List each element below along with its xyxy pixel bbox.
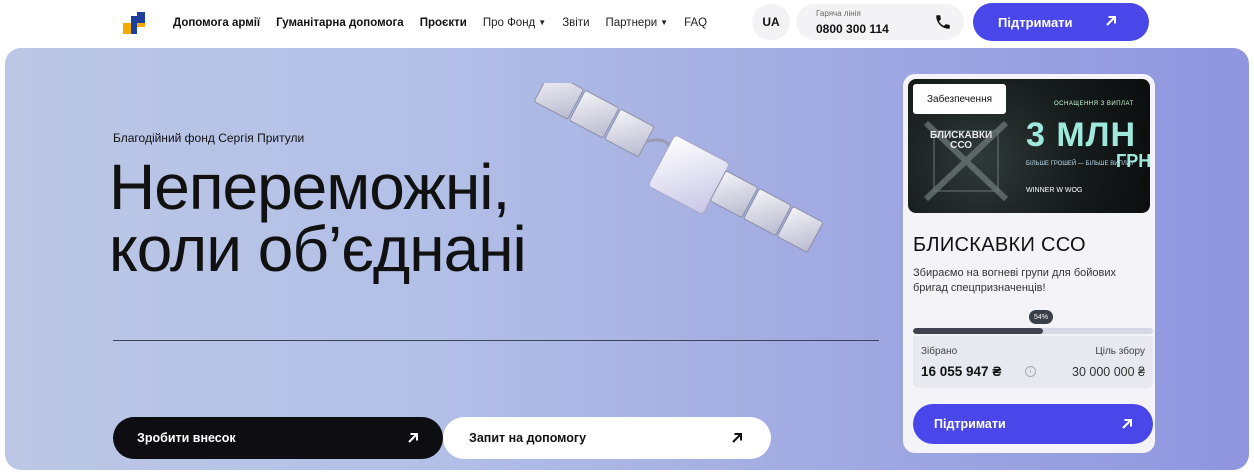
collected-label: Зібрано bbox=[921, 346, 958, 357]
donate-button-label: Зробити внесок bbox=[137, 431, 236, 445]
nav-item-partners-label: Партнери bbox=[605, 17, 658, 29]
satellite-illustration bbox=[534, 83, 823, 253]
hotline-label: Гаряча лінія bbox=[816, 9, 861, 18]
fundraiser-support-button[interactable]: Підтримати bbox=[913, 404, 1153, 444]
nav-item-reports[interactable]: Звіти bbox=[562, 17, 589, 29]
chevron-down-icon: ▼ bbox=[660, 18, 669, 27]
fundraiser-stats: Зібрано Ціль збору 16 055 947 ₴ i 30 000… bbox=[913, 336, 1153, 388]
hotline-number[interactable]: 0800 300 114 bbox=[816, 22, 889, 36]
support-button-label: Підтримати bbox=[998, 15, 1073, 30]
fundraiser-card[interactable]: БЛИСКАВКИ ССО ОСНАЩЕННЯ З ВИПЛАТ 3 МЛН Г… bbox=[903, 74, 1155, 453]
progress-bar-fill bbox=[913, 328, 1043, 334]
collected-value: 16 055 947 ₴ bbox=[921, 364, 1002, 379]
hotline-box[interactable]: Гаряча лінія 0800 300 114 bbox=[796, 4, 964, 40]
arrow-up-right-icon bbox=[1106, 16, 1116, 26]
help-request-button-label: Запит на допомогу bbox=[469, 431, 587, 445]
goal-value: 30 000 000 ₴ bbox=[1072, 365, 1145, 379]
fundraiser-banner-image[interactable]: БЛИСКАВКИ ССО ОСНАЩЕННЯ З ВИПЛАТ 3 МЛН Г… bbox=[908, 79, 1150, 213]
fundraiser-support-button-label: Підтримати bbox=[934, 417, 1006, 431]
lightning-graphic bbox=[923, 120, 1009, 202]
goal-label: Ціль збору bbox=[1095, 346, 1145, 357]
hero-title: Непереможні, коли об’єднані bbox=[109, 155, 527, 281]
main-nav: Допомога армії Гуманітарна допомога Проє… bbox=[173, 17, 723, 29]
chevron-down-icon: ▼ bbox=[538, 18, 547, 27]
help-request-button[interactable]: Запит на допомогу bbox=[443, 417, 771, 459]
hero-title-line2: коли об’єднані bbox=[109, 213, 527, 285]
banner-cco-text: БЛИСКАВКИ ССО bbox=[930, 131, 992, 151]
site-header: Допомога армії Гуманітарна допомога Проє… bbox=[0, 0, 1254, 46]
progress-percent-badge: 54% bbox=[1029, 310, 1053, 324]
banner-slogan: БІЛЬШЕ ГРОШЕЙ — БІЛЬШЕ ВИПЛАТ bbox=[1026, 161, 1134, 167]
banner-cco-line2: ССО bbox=[950, 140, 973, 151]
banner-amount: 3 МЛН bbox=[1026, 116, 1137, 154]
nav-item-faq[interactable]: FAQ bbox=[684, 17, 707, 29]
fundraiser-description: Збираємо на вогневі групи для бойових бр… bbox=[913, 267, 1116, 294]
hero-divider bbox=[113, 340, 879, 341]
arrow-up-right-icon bbox=[732, 433, 742, 443]
donate-button[interactable]: Зробити внесок bbox=[113, 417, 443, 459]
banner-partners: WINNER W WOG bbox=[1026, 187, 1083, 194]
hero-subtitle: Благодійний фонд Сергія Притули bbox=[113, 131, 305, 145]
progress-bar bbox=[913, 328, 1153, 334]
nav-item-about[interactable]: Про Фонд ▼ bbox=[483, 17, 546, 29]
arrow-up-right-icon bbox=[1122, 419, 1132, 429]
support-button-header[interactable]: Підтримати bbox=[973, 3, 1149, 41]
nav-item-projects[interactable]: Проєкти bbox=[420, 17, 467, 29]
phone-icon bbox=[936, 15, 950, 29]
nav-item-humanitarian-help[interactable]: Гуманітарна допомога bbox=[276, 17, 404, 29]
info-icon[interactable]: i bbox=[1025, 366, 1036, 377]
banner-top-text: ОСНАЩЕННЯ З ВИПЛАТ bbox=[1054, 101, 1134, 107]
hero-section: Благодійний фонд Сергія Притули Неперемо… bbox=[5, 48, 1249, 470]
arrow-up-right-icon bbox=[408, 433, 418, 443]
nav-item-about-label: Про Фонд bbox=[482, 17, 536, 29]
category-badge: Забезпечення bbox=[913, 84, 1007, 114]
language-switch[interactable]: UA bbox=[752, 4, 790, 40]
nav-item-partners[interactable]: Партнери ▼ bbox=[606, 17, 669, 29]
nav-item-army-help[interactable]: Допомога армії bbox=[173, 17, 260, 29]
fund-logo-icon[interactable] bbox=[123, 12, 145, 34]
fundraiser-title[interactable]: БЛИСКАВКИ ССО bbox=[913, 234, 1086, 257]
